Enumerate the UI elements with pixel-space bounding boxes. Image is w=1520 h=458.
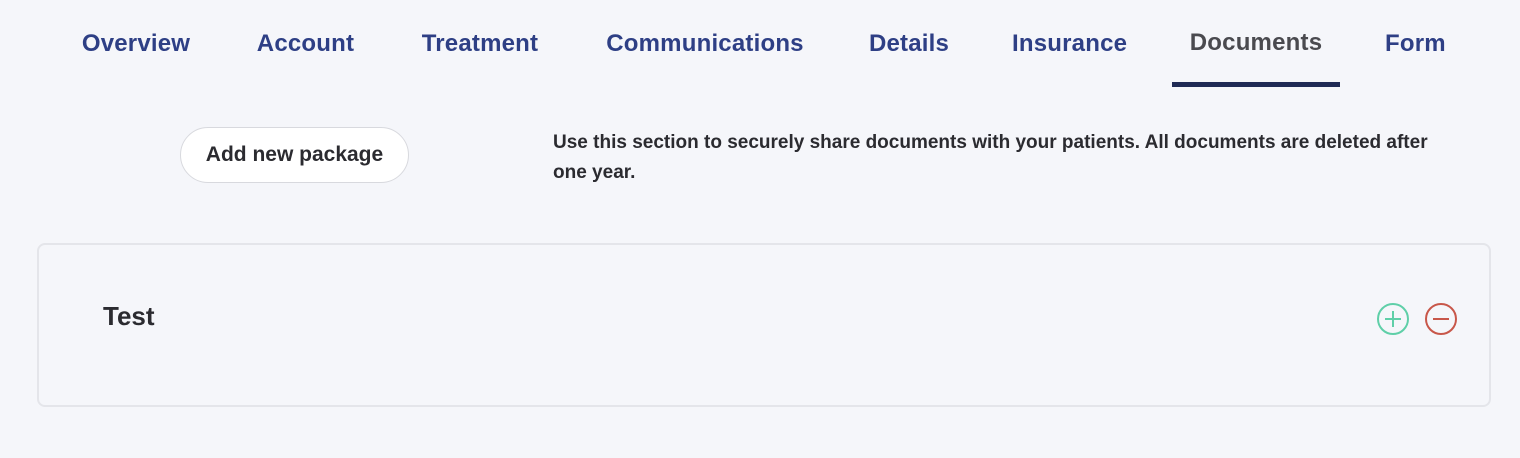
plus-circle-icon[interactable]: [1376, 302, 1410, 336]
tab-insurance[interactable]: Insurance: [1012, 30, 1127, 88]
tab-details[interactable]: Details: [868, 30, 950, 88]
patient-tabs: Overview Account Treatment Communication…: [0, 0, 1520, 88]
tab-documents[interactable]: Documents: [1172, 29, 1340, 87]
package-title: Test: [103, 301, 155, 331]
tab-account[interactable]: Account: [256, 30, 355, 88]
tab-communications[interactable]: Communications: [604, 30, 806, 88]
documents-page: Overview Account Treatment Communication…: [0, 0, 1520, 458]
tab-form[interactable]: Form: [1385, 30, 1446, 88]
minus-circle-icon[interactable]: [1424, 302, 1458, 336]
tab-treatment[interactable]: Treatment: [418, 30, 542, 88]
tab-overview[interactable]: Overview: [79, 30, 193, 88]
documents-info-text: Use this section to securely share docum…: [553, 132, 1428, 183]
add-new-package-button[interactable]: Add new package: [180, 127, 409, 183]
package-card: Test: [37, 243, 1491, 407]
